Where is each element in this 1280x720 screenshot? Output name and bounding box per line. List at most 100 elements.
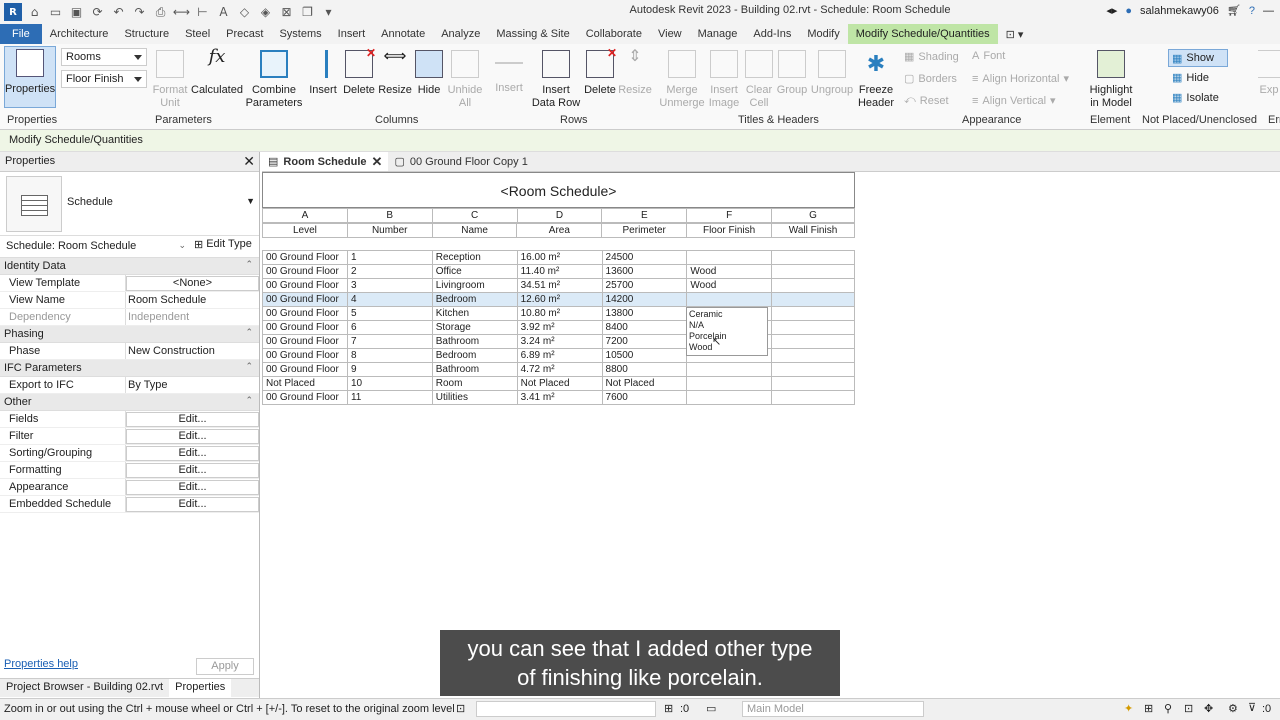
table-cell[interactable]: 6.89 m² xyxy=(516,348,603,363)
tab-file[interactable]: File xyxy=(0,24,42,44)
customize-qat-icon[interactable]: ▾ xyxy=(320,4,337,21)
table-cell[interactable] xyxy=(771,250,855,265)
table-cell[interactable]: 11 xyxy=(346,390,433,405)
align-vertical-button[interactable]: ≡ Align Vertical ▾ xyxy=(972,94,1056,108)
table-cell[interactable]: Not Placed xyxy=(516,376,603,391)
properties-help-link[interactable]: Properties help xyxy=(4,658,78,670)
table-cell[interactable]: Bedroom xyxy=(431,292,518,307)
highlight-in-model-button[interactable]: Highlight in Model xyxy=(1085,50,1137,110)
table-cell[interactable] xyxy=(686,390,773,405)
table-cell[interactable]: 16.00 m² xyxy=(516,250,603,265)
username[interactable]: salahmekawy06 xyxy=(1140,5,1219,17)
instance-selector[interactable]: Schedule: Room Schedule ⌄ xyxy=(4,239,188,256)
table-cell[interactable]: Livingroom xyxy=(431,278,518,293)
delete-column-button[interactable]: ✕ Delete xyxy=(342,47,376,97)
column-letter[interactable]: A xyxy=(262,208,348,223)
table-cell[interactable]: 11.40 m² xyxy=(516,264,603,279)
hide-column-button[interactable]: Hide xyxy=(414,50,444,97)
table-cell[interactable] xyxy=(771,306,855,321)
tab-insert[interactable]: Insert xyxy=(330,24,374,44)
show-button[interactable]: ▦ Show xyxy=(1168,49,1228,67)
reset-button[interactable]: ⤺ Reset xyxy=(904,94,949,107)
property-edit-button[interactable]: <None> xyxy=(126,276,259,291)
unhide-all-button[interactable]: Unhide All xyxy=(447,50,483,110)
column-header[interactable]: Name xyxy=(431,223,518,238)
tab-systems[interactable]: Systems xyxy=(271,24,329,44)
tab-architecture[interactable]: Architecture xyxy=(42,24,117,44)
column-header[interactable]: Wall Finish xyxy=(771,223,855,238)
table-cell[interactable] xyxy=(771,390,855,405)
tab-precast[interactable]: Precast xyxy=(218,24,271,44)
tab-annotate[interactable]: Annotate xyxy=(373,24,433,44)
user-icon[interactable]: ● xyxy=(1125,5,1132,17)
property-group-header[interactable]: Identity Data ⌃ xyxy=(0,258,259,275)
table-cell[interactable]: Room xyxy=(431,376,518,391)
table-cell[interactable]: 00 Ground Floor xyxy=(262,320,348,335)
undo-icon[interactable]: ↶ xyxy=(110,4,127,21)
table-cell[interactable]: Bathroom xyxy=(431,334,518,349)
borders-button[interactable]: ▢ Borders xyxy=(904,72,957,86)
collapse-icon[interactable]: ⌃ xyxy=(245,361,253,372)
shading-button[interactable]: ▦ Shading xyxy=(904,50,959,64)
design-options-icon[interactable]: ▭ xyxy=(706,702,716,715)
table-cell[interactable]: Utilities xyxy=(431,390,518,405)
table-cell[interactable]: 6 xyxy=(346,320,433,335)
tab-add-ins[interactable]: Add-Ins xyxy=(745,24,799,44)
table-cell[interactable]: 4 xyxy=(346,292,433,307)
table-cell[interactable] xyxy=(771,334,855,349)
table-cell[interactable]: 00 Ground Floor xyxy=(262,250,348,265)
column-header[interactable]: Perimeter xyxy=(601,223,688,238)
minimize-icon[interactable]: — xyxy=(1263,5,1274,17)
tab-view[interactable]: View xyxy=(650,24,690,44)
cart-icon[interactable]: 🛒︎ xyxy=(1227,4,1241,17)
3d-view-icon[interactable]: ◇ xyxy=(236,4,253,21)
property-edit-button[interactable]: Edit... xyxy=(126,463,259,478)
save-icon[interactable]: ▣ xyxy=(68,4,85,21)
table-cell[interactable]: 3.92 m² xyxy=(516,320,603,335)
design-option-combo[interactable]: Main Model xyxy=(742,701,924,717)
tab-properties[interactable]: Properties xyxy=(169,679,232,697)
table-cell[interactable]: 8800 xyxy=(601,362,688,377)
table-cell[interactable] xyxy=(686,292,773,307)
property-edit-button[interactable]: Edit... xyxy=(126,446,259,461)
ungroup-button[interactable]: Ungroup xyxy=(810,50,854,97)
table-cell[interactable]: 10 xyxy=(346,376,433,391)
table-cell[interactable]: 00 Ground Floor xyxy=(262,306,348,321)
tab-steel[interactable]: Steel xyxy=(177,24,218,44)
editable-only-icon[interactable]: ⊞ xyxy=(664,702,673,715)
calculated-button[interactable]: fx Calculated xyxy=(191,48,243,97)
text-icon[interactable]: A xyxy=(215,4,232,21)
table-cell[interactable] xyxy=(771,292,855,307)
close-tab-icon[interactable]: ✕ xyxy=(372,154,383,170)
insert-row-button[interactable]: Insert xyxy=(490,50,528,95)
table-cell[interactable]: Reception xyxy=(431,250,518,265)
table-cell[interactable]: 14200 xyxy=(601,292,688,307)
redo-icon[interactable]: ↷ xyxy=(131,4,148,21)
properties-button[interactable]: Properties xyxy=(4,46,56,108)
isolate-button[interactable]: ▦ Isolate xyxy=(1172,91,1219,105)
select-pinned-icon[interactable]: ⚲ xyxy=(1164,702,1172,715)
column-letter[interactable]: D xyxy=(516,208,603,223)
table-cell[interactable]: 25700 xyxy=(601,278,688,293)
table-cell[interactable] xyxy=(771,278,855,293)
insert-data-row-button[interactable]: Insert Data Row xyxy=(530,50,582,110)
help-icon[interactable]: ? xyxy=(1249,5,1255,17)
property-edit-button[interactable]: Edit... xyxy=(126,412,259,427)
table-cell[interactable]: 7 xyxy=(346,334,433,349)
table-cell[interactable] xyxy=(771,362,855,377)
print-icon[interactable]: ⎙ xyxy=(152,4,169,21)
column-header[interactable]: Floor Finish xyxy=(686,223,773,238)
background-process-icon[interactable]: ⚙ xyxy=(1228,702,1238,715)
merge-unmerge-button[interactable]: Merge Unmerge xyxy=(658,50,706,110)
tab-massing-site[interactable]: Massing & Site xyxy=(488,24,577,44)
open-icon[interactable]: ▭ xyxy=(47,4,64,21)
format-unit-button[interactable]: Format Unit xyxy=(152,50,188,110)
type-selector[interactable]: Schedule ▼ xyxy=(0,172,259,236)
table-cell[interactable]: Wood xyxy=(686,264,773,279)
table-cell[interactable]: 3 xyxy=(346,278,433,293)
table-cell[interactable] xyxy=(686,250,773,265)
property-edit-button[interactable]: Edit... xyxy=(126,497,259,512)
tab-manage[interactable]: Manage xyxy=(690,24,746,44)
dropdown-option[interactable]: Wood xyxy=(687,342,767,353)
table-cell[interactable]: 5 xyxy=(346,306,433,321)
